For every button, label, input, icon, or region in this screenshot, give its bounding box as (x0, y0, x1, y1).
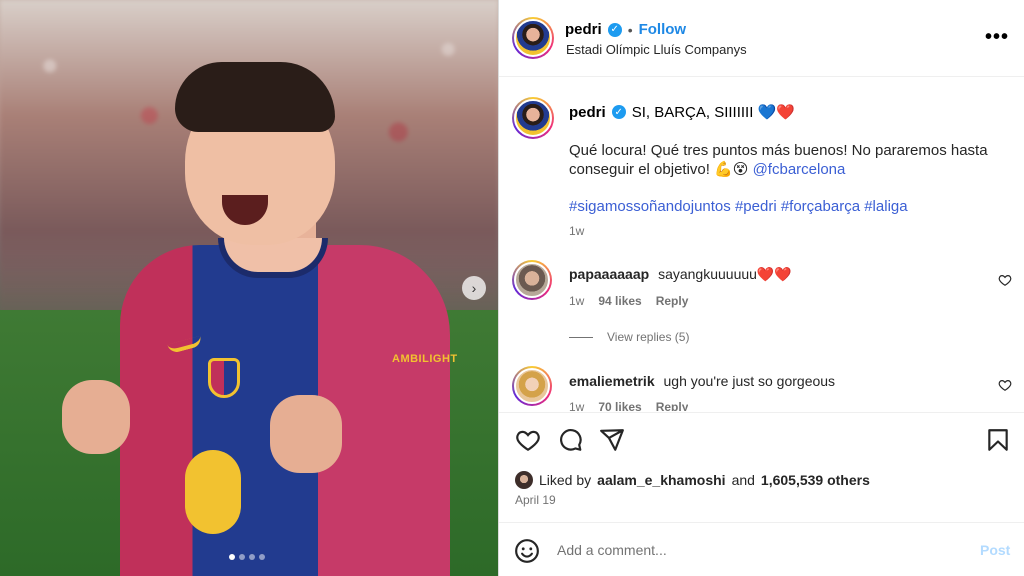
liked-by-prefix: Liked by (539, 472, 592, 488)
hashtag-link[interactable]: #pedri (735, 198, 777, 215)
commenter-avatar[interactable] (512, 366, 552, 406)
more-options-icon[interactable]: ••• (985, 26, 1009, 49)
hashtag-link[interactable]: #sigamossoñandojuntos (569, 198, 731, 215)
post-comment-button[interactable]: Post (980, 542, 1010, 558)
comment-meta: 1w 94 likes Reply (569, 294, 688, 308)
liker-avatar[interactable] (515, 471, 533, 489)
comment-text-row: emaliemetrik ugh you're just so gorgeous (569, 373, 835, 389)
post-media[interactable]: AMBILIGHT › (0, 0, 498, 576)
caption-author-avatar[interactable] (512, 97, 554, 139)
comment-text: ugh you're just so gorgeous (663, 373, 836, 389)
post-location[interactable]: Estadi Olímpic Lluís Companys (566, 42, 747, 57)
liker-username[interactable]: aalam_e_khamoshi (597, 472, 725, 488)
comment-text-row: papaaaaaap sayangkuuuuuu❤️❤️ (569, 266, 792, 283)
caption-timestamp[interactable]: 1w (569, 224, 584, 238)
verified-badge-icon: ✓ (611, 105, 626, 119)
sponsor-logo (185, 450, 241, 534)
sleeve-sponsor: AMBILIGHT (392, 353, 458, 365)
carousel-dot (239, 554, 245, 560)
commenter-avatar[interactable] (512, 260, 552, 300)
post-date[interactable]: April 19 (515, 493, 556, 507)
caption-body: Qué locura! Qué tres puntos más buenos! … (569, 141, 1009, 179)
chevron-right-icon: › (471, 280, 477, 296)
carousel-dot (249, 554, 255, 560)
view-replies-label: View replies (5) (607, 330, 690, 344)
player-hair (175, 62, 335, 132)
author-avatar[interactable] (512, 17, 554, 59)
right-fist (270, 395, 342, 473)
share-icon[interactable] (599, 427, 625, 453)
comment-icon[interactable] (557, 427, 583, 453)
commenter-username[interactable]: papaaaaaap (569, 266, 649, 282)
add-comment-bar: Post (499, 522, 1024, 576)
comment-input[interactable] (557, 537, 957, 563)
replies-divider (569, 336, 593, 338)
likes-summary: Liked by aalam_e_khamoshi and 1,605,539 … (515, 471, 870, 489)
mention-link[interactable]: @fcbarcelona (753, 161, 846, 178)
follow-button[interactable]: Follow (639, 21, 687, 38)
comment-like-icon[interactable] (998, 273, 1012, 287)
hashtag-link[interactable]: #laliga (864, 198, 907, 215)
hashtag-link[interactable]: #forçabarça (781, 198, 860, 215)
club-crest (208, 358, 240, 398)
caption-headline: SI, BARÇA, SIIIIIII 💙❤️ (631, 104, 795, 121)
comment-text: sayangkuuuuuu❤️❤️ (658, 266, 792, 282)
comment-like-icon[interactable] (998, 378, 1012, 392)
left-fist (62, 380, 130, 454)
reply-button[interactable]: Reply (656, 400, 689, 411)
post-details-panel: pedri ✓ • Follow Estadi Olímpic Lluís Co… (498, 0, 1024, 576)
author-username[interactable]: pedri (565, 21, 602, 38)
carousel-next-button[interactable]: › (462, 276, 486, 300)
bookmark-icon[interactable] (985, 427, 1011, 453)
caption-username[interactable]: pedri (569, 104, 606, 121)
heart-icon[interactable] (515, 427, 541, 453)
carousel-dot (229, 554, 235, 560)
caption-headline-row: pedri ✓ SI, BARÇA, SIIIIIII 💙❤️ (569, 103, 795, 122)
liked-by-connector: and (731, 472, 755, 488)
carousel-dot (259, 554, 265, 560)
reply-button[interactable]: Reply (656, 294, 689, 308)
comment-likes[interactable]: 94 likes (598, 294, 641, 308)
post-actions: Liked by aalam_e_khamoshi and 1,605,539 … (499, 412, 1024, 522)
hashtag-list: #sigamossoñandojuntos #pedri #forçabarça… (569, 198, 908, 215)
post-header: pedri ✓ • Follow Estadi Olímpic Lluís Co… (499, 0, 1024, 77)
separator: • (627, 21, 633, 38)
commenter-username[interactable]: emaliemetrik (569, 373, 655, 389)
comment-likes[interactable]: 70 likes (598, 400, 641, 411)
carousel-indicator (229, 554, 265, 560)
comment-time[interactable]: 1w (569, 294, 584, 308)
comment-meta: 1w 70 likes Reply (569, 400, 688, 411)
comment-time[interactable]: 1w (569, 400, 584, 411)
likes-others-count[interactable]: 1,605,539 others (761, 472, 870, 488)
view-replies-button[interactable]: View replies (5) (569, 330, 689, 344)
verified-badge-icon: ✓ (607, 22, 622, 37)
emoji-icon[interactable] (514, 538, 540, 564)
